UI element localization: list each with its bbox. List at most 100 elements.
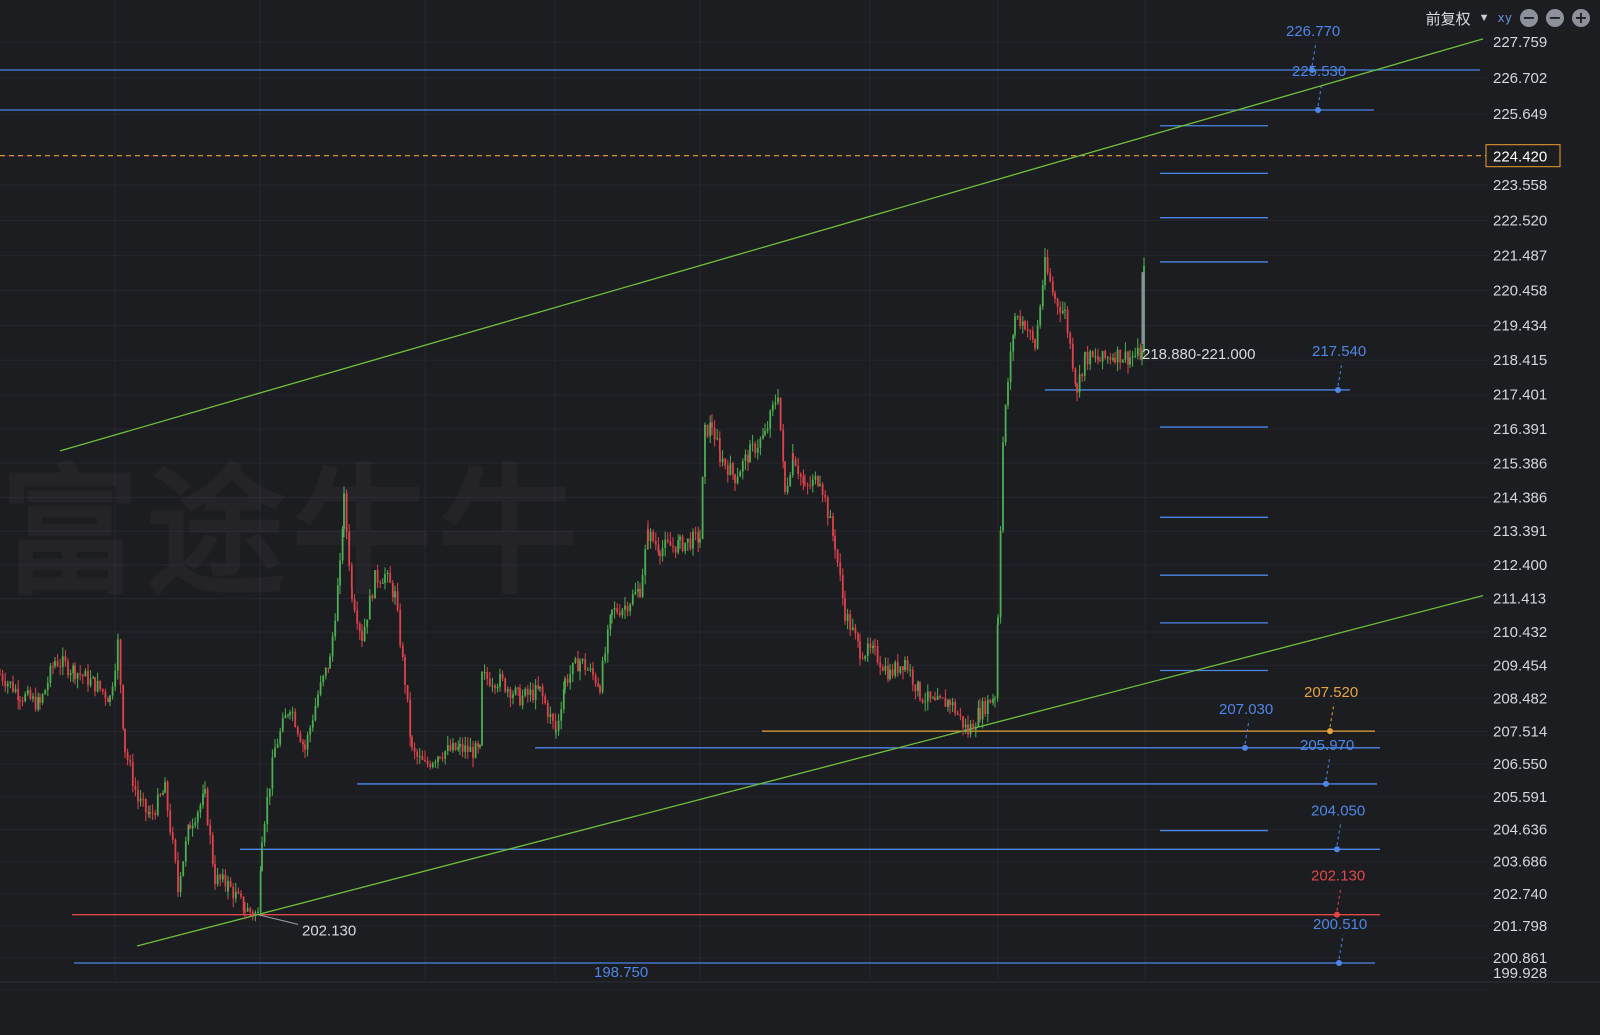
- candle-body: [992, 698, 994, 703]
- candle-body: [571, 662, 574, 675]
- candle-body: [719, 451, 721, 463]
- candle-body: [1136, 347, 1139, 356]
- candle-body: [219, 874, 222, 880]
- candle-body: [537, 685, 540, 689]
- axis-scale-icon[interactable]: xy: [1498, 11, 1512, 25]
- candle-body: [806, 484, 809, 486]
- candle-body: [564, 678, 566, 690]
- candle-body: [79, 673, 82, 675]
- candle-body: [972, 724, 975, 730]
- candle-body: [431, 763, 434, 768]
- candle-body: [926, 691, 929, 702]
- candle-body: [177, 886, 179, 893]
- candle-body: [1, 674, 4, 681]
- candle-body: [566, 678, 569, 683]
- candle-body: [891, 669, 894, 676]
- candle-body: [187, 825, 190, 842]
- candle-body: [159, 794, 162, 796]
- candle-body: [72, 665, 75, 674]
- candle-body: [9, 681, 12, 684]
- candle-body: [859, 640, 861, 659]
- candle-body: [736, 476, 739, 484]
- candle-body: [254, 912, 257, 916]
- candle-body: [637, 588, 639, 592]
- candle-body: [424, 759, 426, 761]
- y-tick-label: 226.702: [1493, 70, 1547, 87]
- candle-body: [962, 716, 964, 728]
- candle-body: [237, 891, 240, 894]
- candle-body: [959, 714, 962, 717]
- candle-body: [884, 665, 887, 671]
- y-tick-label: 212.400: [1493, 557, 1547, 574]
- candle-body: [512, 694, 514, 699]
- candle-body: [469, 747, 472, 752]
- candle-body: [129, 760, 132, 763]
- candle-body: [446, 745, 449, 752]
- candle-body: [986, 699, 989, 714]
- candle-body: [739, 471, 742, 477]
- price-level-label: 207.520: [1304, 684, 1358, 701]
- candle-body: [756, 447, 759, 453]
- candle-body: [589, 668, 592, 670]
- candle-body: [317, 694, 319, 706]
- candle-body: [32, 696, 34, 699]
- candle-body: [1031, 330, 1034, 340]
- candle-body: [1074, 368, 1077, 384]
- candle-body: [109, 695, 111, 703]
- candle-body: [977, 707, 980, 727]
- candle-body: [994, 698, 996, 700]
- candle-body: [649, 531, 652, 542]
- current-price-label: 224.420: [1493, 149, 1547, 166]
- y-tick-label: 210.432: [1493, 624, 1547, 641]
- candle-body: [483, 671, 486, 673]
- candle-body: [74, 665, 76, 679]
- candle-body: [517, 687, 520, 689]
- candle-body: [87, 670, 89, 686]
- price-adjust-selector[interactable]: 前复权: [1426, 8, 1471, 29]
- candle-body: [594, 675, 597, 684]
- candle-body: [259, 870, 262, 912]
- candle-body: [1109, 357, 1112, 360]
- candle-body: [322, 675, 325, 683]
- candle-body: [39, 697, 41, 703]
- candle-body: [477, 743, 480, 748]
- candle-body: [984, 701, 987, 714]
- candle-body: [454, 743, 457, 750]
- candle-body: [562, 689, 565, 710]
- candle-body: [1091, 351, 1094, 357]
- candle-body: [17, 688, 20, 701]
- candle-body: [1046, 256, 1049, 273]
- candle-body: [789, 475, 792, 486]
- minus-circle-icon[interactable]: −: [1520, 9, 1538, 27]
- candle-body: [416, 751, 419, 757]
- candle-body: [1086, 351, 1089, 365]
- candle-body: [997, 617, 999, 625]
- candle-body: [26, 690, 29, 695]
- candle-body: [521, 695, 524, 706]
- candle-body: [634, 591, 637, 595]
- candle-body: [519, 688, 521, 706]
- candle-body: [221, 874, 224, 880]
- candle-body: [1076, 383, 1078, 393]
- candle-body: [1056, 298, 1059, 307]
- candle-body: [754, 443, 757, 453]
- candle-body: [1078, 374, 1081, 393]
- candle-body: [182, 861, 185, 877]
- candle-body: [631, 594, 634, 605]
- candle-body: [713, 427, 716, 440]
- candle-body: [496, 686, 499, 689]
- plus-circle-icon[interactable]: +: [1572, 9, 1590, 27]
- candle-body: [774, 402, 777, 405]
- chevron-down-icon[interactable]: ▼: [1479, 12, 1490, 24]
- y-tick-label: 221.487: [1493, 248, 1547, 265]
- minus-circle-icon[interactable]: −: [1546, 9, 1564, 27]
- candle-body: [46, 683, 49, 691]
- candle-body: [629, 604, 632, 612]
- candle-body: [306, 735, 309, 750]
- candle-body: [1014, 316, 1016, 336]
- candle-body: [777, 397, 779, 403]
- candle-body: [358, 623, 361, 632]
- candle-body: [849, 614, 852, 630]
- y-tick-label: 214.386: [1493, 489, 1547, 506]
- candle-body: [684, 542, 687, 551]
